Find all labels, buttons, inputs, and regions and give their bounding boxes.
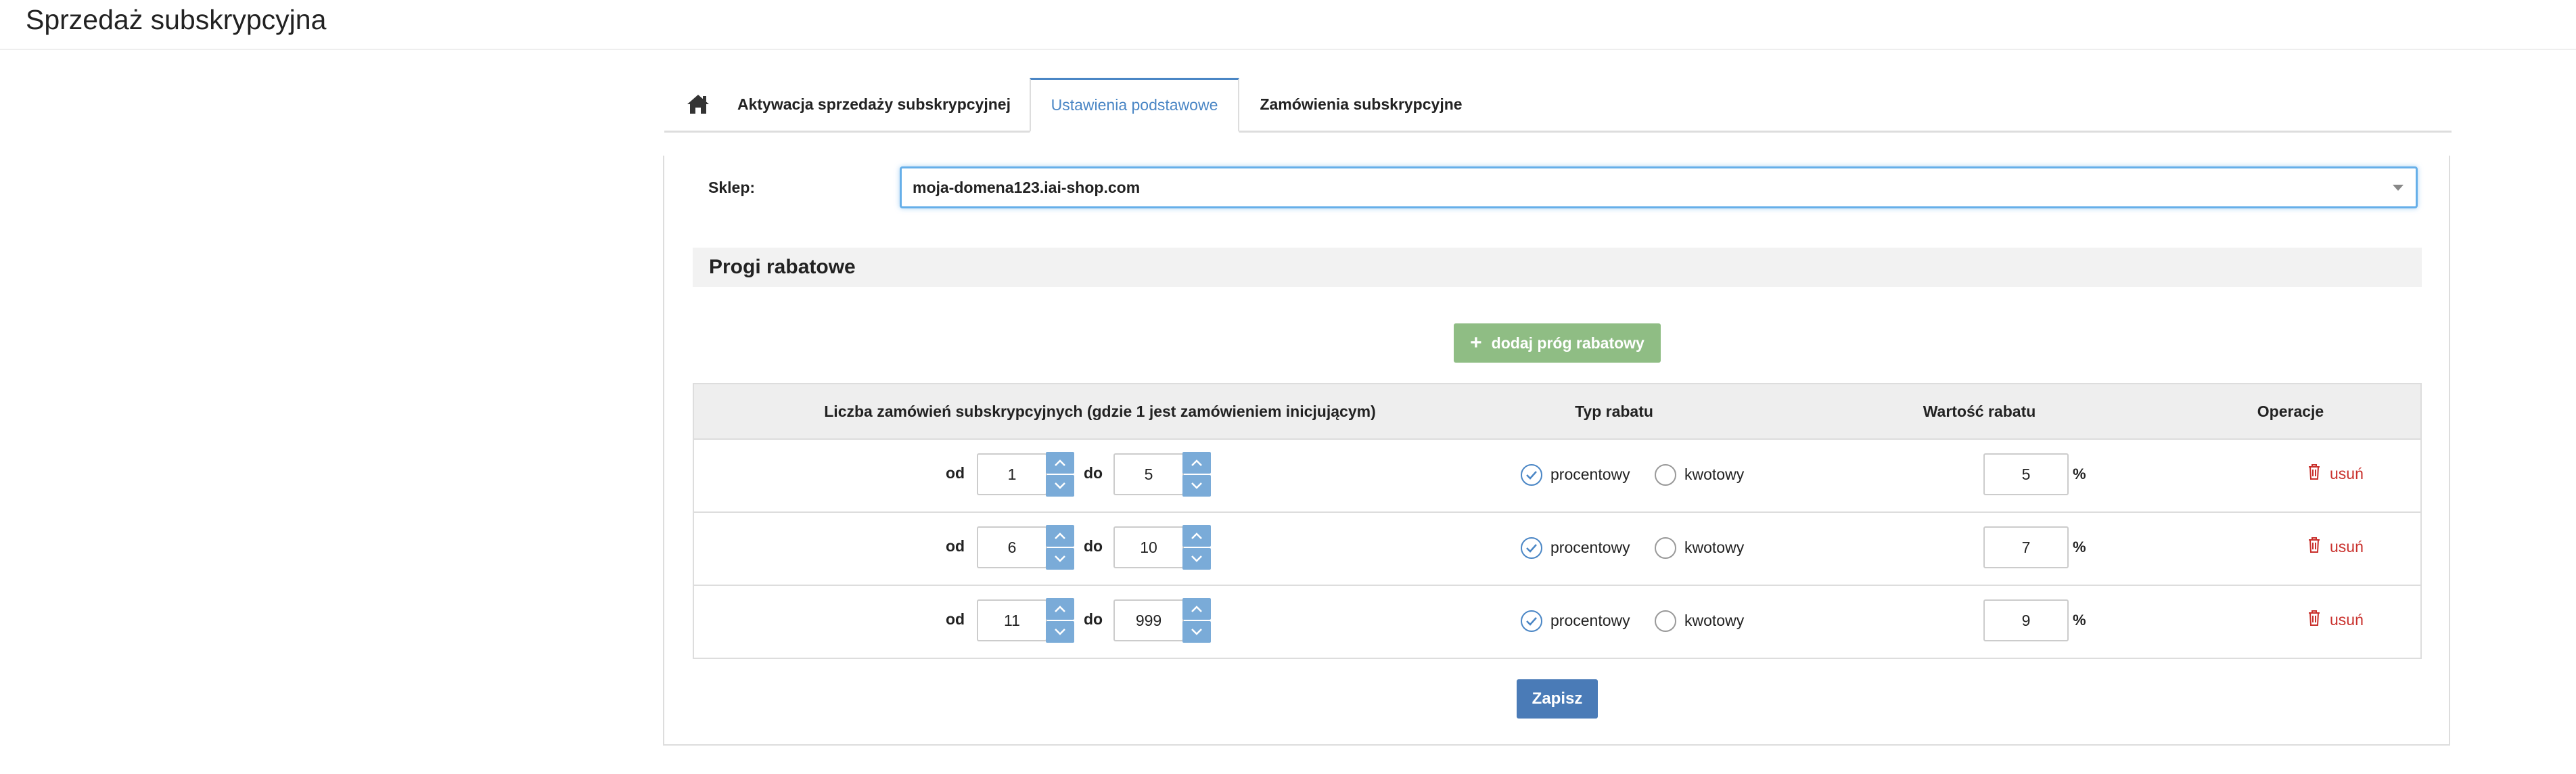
to-stepper[interactable] <box>1182 525 1211 570</box>
chevron-down-icon[interactable] <box>1046 548 1074 570</box>
discount-value-input[interactable]: 9 <box>1983 599 2069 641</box>
add-threshold-label: dodaj próg rabatowy <box>1491 334 1644 352</box>
radio-percent[interactable] <box>1521 610 1542 632</box>
trash-icon <box>2307 609 2330 631</box>
chevron-down-icon[interactable] <box>1046 475 1074 497</box>
to-input[interactable]: 10 <box>1113 526 1184 568</box>
from-input[interactable]: 6 <box>977 526 1047 568</box>
percent-unit: % <box>2073 465 2086 482</box>
chevron-up-icon[interactable] <box>1182 525 1211 547</box>
discount-value-input[interactable]: 5 <box>1983 453 2069 495</box>
delete-button[interactable]: usuń <box>2307 463 2364 484</box>
tabs-bar: Aktywacja sprzedaży subskrypcyjnej Ustaw… <box>664 78 2452 133</box>
tab-subscription-orders[interactable]: Zamówienia subskrypcyjne <box>1239 78 1483 131</box>
from-label: od <box>946 464 965 482</box>
delete-button[interactable]: usuń <box>2307 536 2364 557</box>
from-stepper[interactable] <box>1046 598 1074 643</box>
radio-amount-label: kwotowy <box>1684 539 1745 556</box>
percent-unit: % <box>2073 612 2086 629</box>
chevron-up-icon[interactable] <box>1046 452 1074 474</box>
section-title: Progi rabatowe <box>693 248 2422 287</box>
radio-percent-label: procentowy <box>1550 539 1630 556</box>
radio-percent-label: procentowy <box>1550 612 1630 629</box>
tab-activation[interactable]: Aktywacja sprzedaży subskrypcyjnej <box>732 78 1016 131</box>
from-input[interactable]: 1 <box>977 453 1047 495</box>
home-icon <box>687 95 709 114</box>
to-label: do <box>1084 610 1103 628</box>
shop-select[interactable]: moja-domena123.iai-shop.com <box>900 166 2418 208</box>
from-stepper[interactable] <box>1046 452 1074 497</box>
chevron-up-icon[interactable] <box>1182 452 1211 474</box>
from-label: od <box>946 537 965 555</box>
delete-label: usuń <box>2330 610 2364 629</box>
chevron-down-icon[interactable] <box>1182 621 1211 643</box>
delete-label: usuń <box>2330 464 2364 482</box>
to-stepper[interactable] <box>1182 452 1211 497</box>
radio-percent-label: procentowy <box>1550 465 1630 483</box>
delete-button[interactable]: usuń <box>2307 609 2364 631</box>
radio-amount[interactable] <box>1655 464 1676 486</box>
percent-unit: % <box>2073 539 2086 555</box>
header-orders-count: Liczba zamówień subskrypcyjnych (gdzie 1… <box>824 402 1376 420</box>
chevron-up-icon[interactable] <box>1046 525 1074 547</box>
from-stepper[interactable] <box>1046 525 1074 570</box>
save-button[interactable]: Zapisz <box>1517 679 1598 719</box>
table-row: od 11 do 999 procentowy kwotowy 9% usuń <box>694 585 2420 658</box>
trash-icon <box>2307 463 2330 484</box>
shop-select-value: moja-domena123.iai-shop.com <box>913 178 1141 196</box>
from-input[interactable]: 11 <box>977 599 1047 641</box>
from-label: od <box>946 610 965 628</box>
to-label: do <box>1084 464 1103 482</box>
chevron-down-icon[interactable] <box>1046 621 1074 643</box>
table-header: Liczba zamówień subskrypcyjnych (gdzie 1… <box>694 384 2420 440</box>
radio-percent[interactable] <box>1521 464 1542 486</box>
trash-icon <box>2307 536 2330 557</box>
to-input[interactable]: 999 <box>1113 599 1184 641</box>
radio-amount-label: kwotowy <box>1684 465 1745 483</box>
tab-basic-settings[interactable]: Ustawienia podstawowe <box>1030 78 1239 133</box>
header-discount-value: Wartość rabatu <box>1923 402 2036 420</box>
page-header: Sprzedaż subskrypcyjna <box>0 0 2576 50</box>
delete-label: usuń <box>2330 537 2364 555</box>
header-discount-type: Typ rabatu <box>1575 402 1653 420</box>
chevron-up-icon[interactable] <box>1046 598 1074 620</box>
header-operations: Operacje <box>2257 402 2324 420</box>
radio-percent[interactable] <box>1521 537 1542 559</box>
to-input[interactable]: 5 <box>1113 453 1184 495</box>
add-threshold-button[interactable]: + dodaj próg rabatowy <box>1454 323 1661 363</box>
shop-label: Sklep: <box>708 179 756 196</box>
discount-table: Liczba zamówień subskrypcyjnych (gdzie 1… <box>693 383 2422 659</box>
plus-icon: + <box>1470 332 1482 354</box>
chevron-up-icon[interactable] <box>1182 598 1211 620</box>
chevron-down-icon[interactable] <box>1182 548 1211 570</box>
table-row: od 6 do 10 procentowy kwotowy 7% usuń <box>694 511 2420 586</box>
radio-amount-label: kwotowy <box>1684 612 1745 629</box>
page-title: Sprzedaż subskrypcyjna <box>26 4 327 35</box>
table-row: od 1 do 5 procentowy kwotowy 5% usuń <box>694 438 2420 513</box>
to-stepper[interactable] <box>1182 598 1211 643</box>
discount-value-input[interactable]: 7 <box>1983 526 2069 568</box>
to-label: do <box>1084 537 1103 555</box>
tab-home[interactable] <box>664 78 732 131</box>
chevron-down-icon[interactable] <box>1182 475 1211 497</box>
radio-amount[interactable] <box>1655 537 1676 559</box>
caret-down-icon <box>2393 185 2404 191</box>
radio-amount[interactable] <box>1655 610 1676 632</box>
